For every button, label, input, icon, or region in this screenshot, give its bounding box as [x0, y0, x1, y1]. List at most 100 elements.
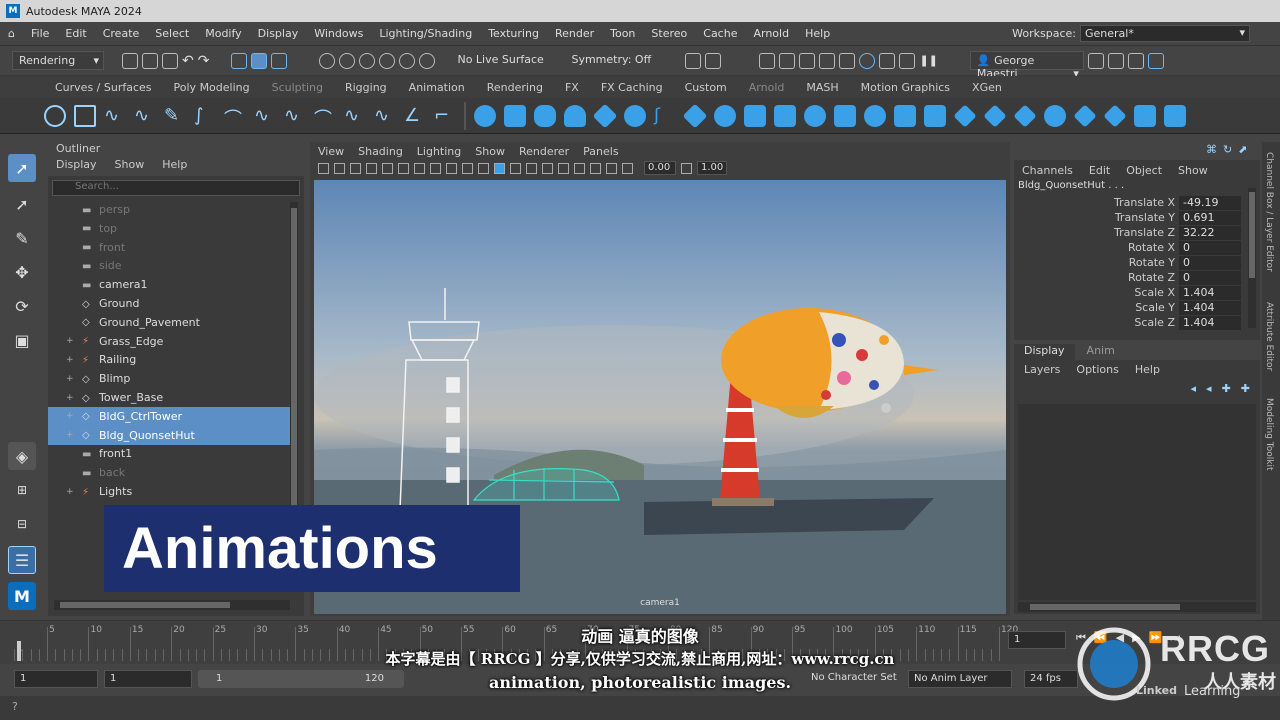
layer-menu-help[interactable]: Help: [1135, 363, 1160, 376]
loft-icon[interactable]: ʃ: [654, 105, 676, 127]
nurbs-plane-icon[interactable]: [592, 103, 618, 128]
layer-tab-display[interactable]: Display: [1014, 344, 1075, 360]
trim-tool-icon[interactable]: [953, 103, 977, 128]
reverse-curve-icon[interactable]: ∿: [374, 105, 396, 127]
vp-menu-panels[interactable]: Panels: [583, 145, 618, 158]
select-component-icon[interactable]: [271, 52, 288, 69]
rotate-tool-icon[interactable]: ⟳: [8, 292, 36, 320]
undo-icon[interactable]: ↶: [182, 53, 194, 69]
shelf-tab-curves-surfaces[interactable]: Curves / Surfaces: [44, 81, 163, 94]
outliner-item[interactable]: ▬ front: [48, 238, 291, 257]
channel-row[interactable]: Translate Y 0.691: [1014, 211, 1254, 226]
outliner-item[interactable]: + ◇ Bldg_QuonsetHut: [48, 425, 291, 445]
home-icon[interactable]: ⌂: [0, 27, 23, 40]
snap-grid-icon[interactable]: [319, 52, 336, 69]
shelf-tab-sculpting[interactable]: Sculpting: [261, 81, 334, 94]
ep-curve-icon[interactable]: ∿: [134, 105, 156, 127]
isolate-select-icon[interactable]: [606, 162, 617, 174]
help-icon[interactable]: ?: [12, 700, 18, 713]
wireframe-icon[interactable]: [478, 162, 489, 174]
nurbs-torus-icon[interactable]: [624, 104, 646, 127]
exposure-icon[interactable]: [622, 162, 633, 174]
snap-surface-icon[interactable]: [399, 52, 416, 69]
birail-icon[interactable]: [744, 104, 766, 127]
shelf-tab-poly-modeling[interactable]: Poly Modeling: [163, 81, 261, 94]
channel-row[interactable]: Scale X 1.404: [1014, 286, 1254, 301]
cv-curve-icon[interactable]: ∿: [104, 105, 126, 127]
textured-icon[interactable]: [526, 162, 537, 174]
channel-value[interactable]: 1.404: [1179, 286, 1241, 300]
user-account-dropdown[interactable]: 👤 George Maestri ▾: [969, 51, 1084, 80]
snap-curve-icon[interactable]: [339, 52, 356, 69]
outliner-item[interactable]: + ◇ Blimp: [48, 369, 291, 388]
shelf-tab-arnold[interactable]: Arnold: [738, 81, 796, 94]
move-tool-icon[interactable]: ✥: [8, 258, 36, 286]
outliner-item[interactable]: + ◇ BldG_CtrlTower: [48, 406, 291, 426]
film-gate-icon[interactable]: [398, 162, 409, 174]
image-plane-icon[interactable]: [366, 162, 377, 174]
default-material-icon[interactable]: [510, 162, 521, 174]
menu-render[interactable]: Render: [547, 27, 602, 40]
xray-icon[interactable]: [590, 162, 601, 174]
channels-menu-channels[interactable]: Channels: [1022, 164, 1073, 177]
expand-icon[interactable]: +: [66, 411, 74, 421]
menu-file[interactable]: File: [23, 27, 57, 40]
outliner-item[interactable]: + ◇ Tower_Base: [48, 388, 291, 407]
attach-curves-icon[interactable]: ∿: [254, 105, 276, 127]
grid-icon[interactable]: [382, 162, 393, 174]
new-layer-icon[interactable]: ✚: [1222, 382, 1231, 395]
resolution-gate-icon[interactable]: [414, 162, 425, 174]
layer-tab-anim[interactable]: Anim: [1077, 344, 1125, 360]
redo-icon[interactable]: ↷: [198, 53, 210, 69]
snap-point-icon[interactable]: [359, 52, 376, 69]
pause-icon[interactable]: ❚❚: [919, 54, 937, 67]
outliner-item[interactable]: ◇ Ground_Pavement: [48, 313, 291, 332]
channel-row[interactable]: Translate Z 32.22: [1014, 226, 1254, 241]
outliner-item[interactable]: ◇ Ground: [48, 294, 291, 313]
pin-icon[interactable]: ⬈: [1238, 143, 1247, 156]
menu-help[interactable]: Help: [797, 27, 838, 40]
project-curve-icon[interactable]: [924, 104, 946, 127]
snap-view-icon[interactable]: [379, 52, 396, 69]
channel-value[interactable]: 0: [1179, 256, 1241, 270]
outliner-item[interactable]: + ⚡ Grass_Edge: [48, 332, 291, 351]
arc-icon[interactable]: ⌒: [224, 105, 246, 130]
select-hierarchy-icon[interactable]: [231, 52, 248, 69]
lasso-tool-icon[interactable]: ➚: [8, 190, 36, 218]
ipr-render-icon[interactable]: [799, 52, 816, 69]
panel-toggle-icon[interactable]: [1127, 52, 1144, 69]
hypershade-icon[interactable]: [839, 52, 856, 69]
channel-row[interactable]: Rotate Z 0: [1014, 271, 1254, 286]
sculpt-geometry-icon[interactable]: [1164, 104, 1186, 127]
vp-menu-shading[interactable]: Shading: [358, 145, 403, 158]
toolbox-toggle-icon[interactable]: [1107, 52, 1124, 69]
shelf-tab-motion-graphics[interactable]: Motion Graphics: [850, 81, 961, 94]
channel-value[interactable]: 1.404: [1179, 301, 1241, 315]
insert-isoparm-icon[interactable]: [1103, 103, 1127, 128]
channel-box-toggle-icon[interactable]: [1147, 52, 1164, 69]
select-object-icon[interactable]: [251, 52, 268, 69]
shelf-tab-rigging[interactable]: Rigging: [334, 81, 398, 94]
use-lights-icon[interactable]: [542, 162, 553, 174]
pencil-curve-icon[interactable]: ✎: [164, 105, 186, 127]
smooth-shade-icon[interactable]: [494, 162, 505, 174]
safe-action-icon[interactable]: [462, 162, 473, 174]
outliner-menu-display[interactable]: Display: [56, 158, 97, 176]
live-surface-field[interactable]: No Live Surface: [451, 51, 561, 70]
planar-icon[interactable]: [682, 103, 708, 128]
move-layer-up-icon[interactable]: ◂: [1191, 382, 1197, 395]
soft-select-icon[interactable]: [685, 52, 702, 69]
channel-value[interactable]: 32.22: [1179, 226, 1241, 240]
nurbs-sphere-icon[interactable]: [474, 104, 496, 127]
expand-icon[interactable]: +: [66, 355, 74, 365]
bevel-icon[interactable]: [804, 104, 826, 127]
select-tool-icon[interactable]: ➚: [8, 154, 36, 182]
new-scene-icon[interactable]: [122, 52, 138, 69]
expand-icon[interactable]: +: [66, 393, 74, 403]
menu-select[interactable]: Select: [147, 27, 197, 40]
workspace-dropdown[interactable]: General* ▾: [1080, 25, 1250, 42]
menu-create[interactable]: Create: [95, 27, 148, 40]
menu-edit[interactable]: Edit: [57, 27, 94, 40]
revolve-icon[interactable]: [714, 104, 736, 127]
shelf-tab-custom[interactable]: Custom: [674, 81, 738, 94]
